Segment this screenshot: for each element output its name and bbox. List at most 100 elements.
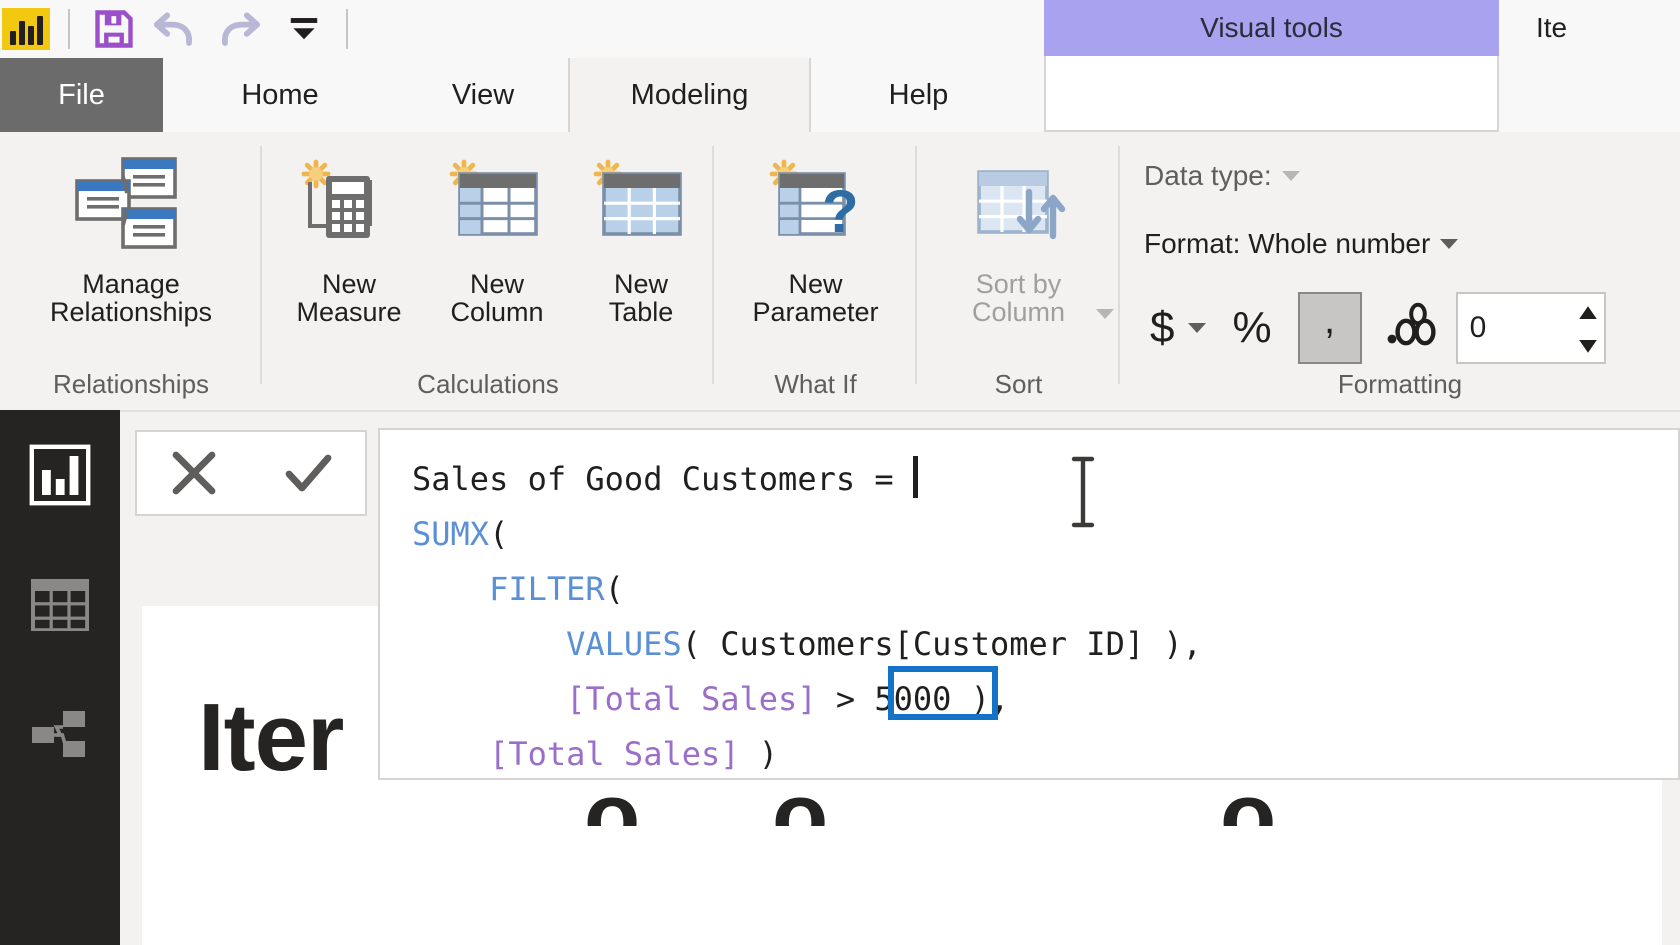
undo-arrow-icon[interactable] <box>146 4 202 54</box>
ribbon: Manage Relationships Relationships New M… <box>0 132 1680 412</box>
decimal-places-stepper[interactable]: 0 <box>1455 292 1606 364</box>
currency-dropdown-caret[interactable] <box>1188 323 1207 333</box>
dax-token: ) <box>739 735 779 773</box>
dax-token: FILTER <box>489 570 605 608</box>
new-table-label: New Table <box>608 269 674 328</box>
new-parameter-button[interactable]: ? New Parameter <box>714 150 917 327</box>
stepper-arrows[interactable] <box>1576 296 1600 362</box>
dax-line: [Total Sales] > 5000 ), <box>412 672 1678 727</box>
manage-relationships-icon <box>71 150 191 262</box>
sort-by-column-dropdown-caret[interactable] <box>1086 296 1114 324</box>
dax-token <box>412 735 489 773</box>
chevron-down-icon[interactable] <box>282 7 326 51</box>
format-row[interactable]: Format: Whole number <box>1144 228 1459 260</box>
dax-line: SUMX( <box>412 507 1678 562</box>
dax-token: ( <box>489 515 509 553</box>
tab-modeling[interactable]: Modeling <box>568 58 811 132</box>
ribbon-group-label-what-if: What If <box>774 369 857 399</box>
tab-data-drill[interactable]: Data / Drill <box>1262 58 1502 132</box>
sidebar-item-data-view[interactable] <box>0 540 120 670</box>
svg-text:?: ? <box>822 178 859 245</box>
save-floppy-icon[interactable] <box>92 7 136 51</box>
new-table-icon <box>586 150 696 262</box>
ribbon-group-label-formatting: Formatting <box>1337 369 1463 399</box>
dax-token: > 5000 ), <box>816 680 1010 718</box>
formatting-buttons-row: $ % , 0 <box>1150 292 1606 364</box>
data-type-row[interactable]: Data type: <box>1144 160 1300 192</box>
sidebar-item-report-view[interactable] <box>0 410 120 540</box>
dax-token: ( Customers[Customer ID] ), <box>681 625 1202 663</box>
dax-token <box>412 680 566 718</box>
tab-file[interactable]: File <box>0 58 163 132</box>
report-bar-chart-icon <box>29 444 91 506</box>
new-measure-button[interactable]: New Measure <box>274 150 424 327</box>
dax-token <box>412 625 566 663</box>
ribbon-group-formatting: Data type: Format: Whole number $ % , 0 … <box>1120 132 1680 410</box>
dax-token: ( <box>604 570 624 608</box>
dax-token: Sales of Good Customers = <box>412 460 913 498</box>
ribbon-group-calculations: New Measure New Column New Table Calcula… <box>262 132 714 410</box>
sort-by-column-icon <box>963 150 1075 262</box>
formula-cancel-button[interactable] <box>149 433 239 513</box>
ribbon-group-label-sort: Sort <box>994 369 1043 399</box>
tab-format[interactable]: Format <box>1058 58 1258 132</box>
decimal-places-icon[interactable] <box>1384 302 1438 355</box>
ribbon-group-label-relationships: Relationships <box>52 369 210 399</box>
new-measure-icon <box>294 150 404 262</box>
formula-commit-button[interactable] <box>263 433 353 513</box>
ribbon-group-label-calculations: Calculations <box>417 369 559 399</box>
text-caret <box>912 456 918 498</box>
contextual-tab-title: Visual tools <box>1200 12 1343 43</box>
sidebar-item-model-view[interactable] <box>0 670 120 800</box>
dax-line: [Total Sales] ) <box>412 727 1678 778</box>
redo-arrow-icon[interactable] <box>212 4 268 54</box>
dax-formula-editor[interactable]: Sales of Good Customers = SUMX( FILTER( … <box>378 428 1680 780</box>
model-relationships-icon <box>32 711 85 757</box>
sort-by-column-label: Sort by Column <box>971 269 1066 328</box>
contextual-tab-visual-tools: Visual tools <box>1044 0 1499 56</box>
dax-token: [Total Sales] <box>489 735 740 773</box>
close-x-icon <box>172 451 216 495</box>
data-type-label: Data type: <box>1144 160 1272 191</box>
format-dropdown-caret[interactable] <box>1440 239 1459 249</box>
data-type-dropdown-caret[interactable] <box>1281 171 1300 181</box>
new-table-button[interactable]: New Table <box>566 150 716 327</box>
data-table-icon <box>31 579 89 631</box>
dax-line: Sales of Good Customers = <box>412 452 1678 507</box>
contextual-tab-next-truncated: Ite <box>1536 12 1568 43</box>
new-column-label: New Column <box>450 269 544 328</box>
tab-home[interactable]: Home <box>190 58 370 132</box>
percent-button[interactable]: % <box>1232 303 1271 353</box>
manage-relationships-label: Manage Relationships <box>49 269 213 328</box>
manage-relationships-button[interactable]: Manage Relationships <box>0 150 262 327</box>
tab-view[interactable]: View <box>398 58 568 132</box>
tab-help[interactable]: Help <box>820 58 1017 132</box>
new-parameter-icon: ? <box>760 150 872 262</box>
ribbon-tab-strip: File Home View Modeling Help Format Data… <box>0 58 1680 132</box>
currency-button[interactable]: $ <box>1150 303 1174 353</box>
dax-line: FILTER( <box>412 562 1678 617</box>
toolbar-divider <box>68 9 70 49</box>
toolbar-divider-2 <box>346 9 348 49</box>
dax-token <box>412 570 489 608</box>
dax-line: VALUES( Customers[Customer ID] ), <box>412 617 1678 672</box>
ribbon-group-relationships: Manage Relationships Relationships <box>0 132 262 410</box>
new-measure-label: New Measure <box>296 269 402 328</box>
new-column-button[interactable]: New Column <box>422 150 572 327</box>
canvas-heading-partial: Iter <box>198 684 344 791</box>
ribbon-group-sort: Sort by Column Sort <box>917 132 1120 410</box>
new-parameter-label: New Parameter <box>752 269 879 328</box>
dax-token: VALUES <box>566 625 682 663</box>
dax-token: SUMX <box>412 515 490 553</box>
view-switcher-nav <box>0 410 120 945</box>
sort-by-column-button[interactable]: Sort by Column <box>917 150 1120 327</box>
checkmark-icon <box>285 454 332 492</box>
thousands-separator-button[interactable]: , <box>1297 292 1362 364</box>
format-label: Format: Whole number <box>1144 228 1431 259</box>
ribbon-group-what-if: ? New Parameter What If <box>714 132 917 410</box>
power-bi-desktop-window: Iter o o o Visual tools Ite File Home Vi… <box>0 0 1680 945</box>
decimal-places-value: 0 <box>1469 311 1487 344</box>
power-bi-logo-icon[interactable] <box>2 8 50 50</box>
dax-token: [Total Sales] <box>566 680 817 718</box>
formula-bar-toolbar <box>135 430 367 516</box>
